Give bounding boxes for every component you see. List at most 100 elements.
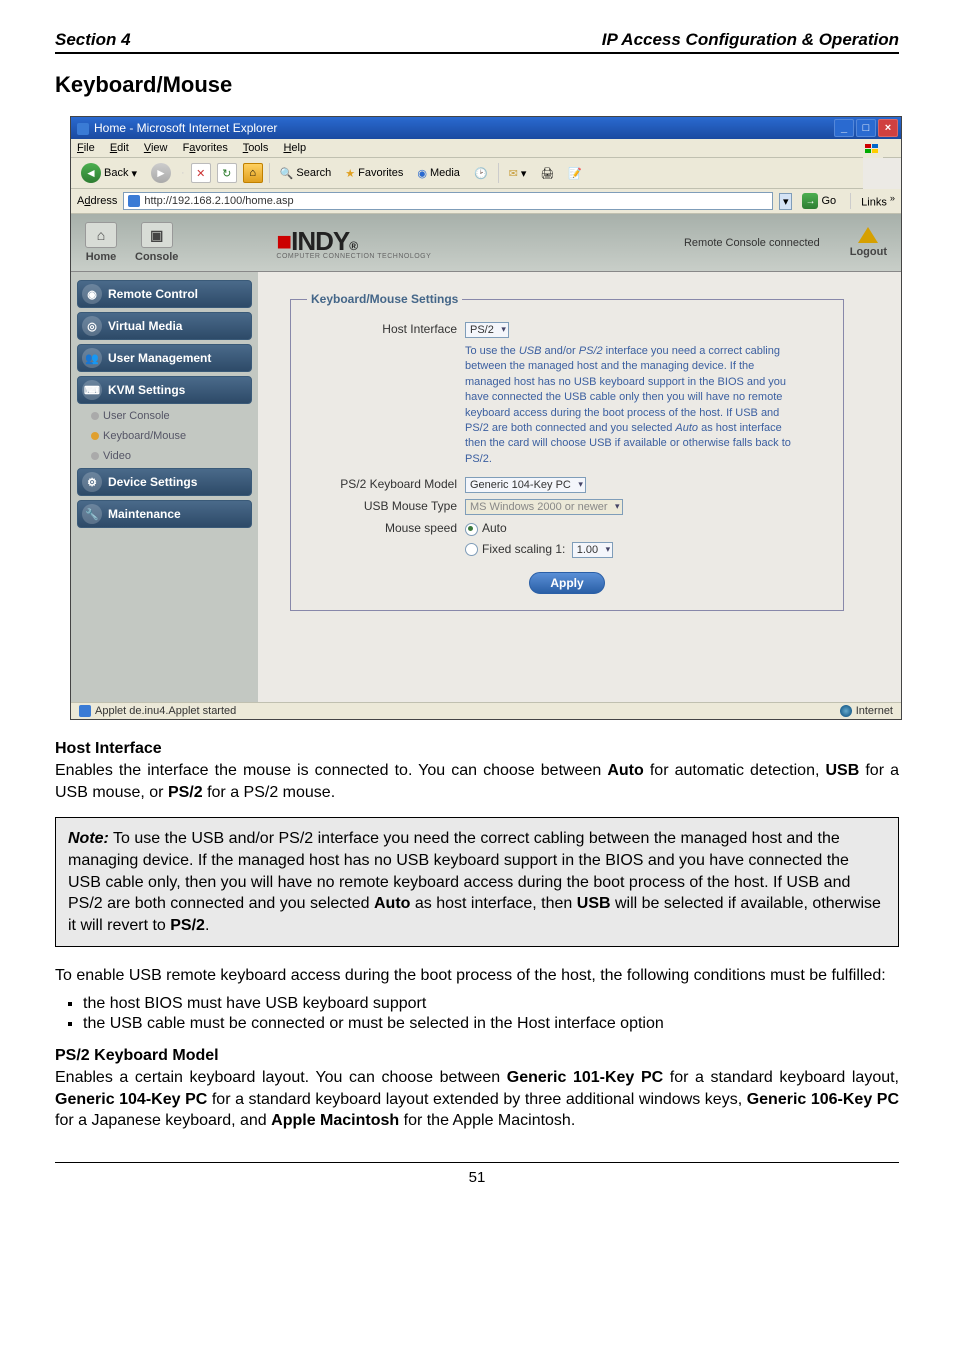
print-icon: 🖨 [540, 167, 554, 180]
console-link[interactable]: ▣ Console [135, 222, 178, 263]
page-number: 51 [55, 1162, 899, 1186]
addressbar: Address http://192.168.2.100/home.asp ▾ … [71, 189, 901, 214]
home-link[interactable]: ⌂ Home [85, 222, 117, 263]
media-button[interactable]: ◉ Media [413, 165, 464, 182]
usb-mouse-label: USB Mouse Type [307, 499, 465, 515]
address-dropdown[interactable]: ▾ [779, 193, 793, 210]
star-icon: ★ [345, 167, 355, 180]
toolbar: ◄ Back ▾ ► · ✕ ↻ ⌂ 🔍 Search ★ Favorites … [71, 158, 863, 189]
back-button[interactable]: ◄ Back ▾ [77, 161, 141, 185]
header-rule [55, 52, 899, 54]
menubar: File Edit View Favorites Tools Help [71, 139, 901, 158]
note-box: Note: To use the USB and/or PS/2 interfa… [55, 817, 899, 947]
logout-icon [858, 227, 878, 243]
nav-remote-control[interactable]: ◉Remote Control [77, 280, 252, 308]
close-button[interactable]: × [878, 119, 898, 137]
bullet-icon [91, 412, 99, 420]
menu-file[interactable]: File [77, 142, 95, 154]
logout-link[interactable]: Logout [850, 227, 887, 258]
host-interface-select[interactable]: PS/2 [465, 322, 509, 338]
bullet-icon [91, 452, 99, 460]
ps2-model-label: PS/2 Keyboard Model [307, 477, 465, 493]
virtual-media-icon: ◎ [82, 316, 102, 336]
stop-button[interactable]: ✕ [191, 163, 211, 183]
nav-virtual-media[interactable]: ◎Virtual Media [77, 312, 252, 340]
menu-tools[interactable]: Tools [243, 142, 269, 154]
mouse-speed-auto-radio[interactable] [465, 523, 478, 536]
heading-ps2-model: PS/2 Keyboard Model [55, 1047, 899, 1065]
go-icon: → [802, 193, 818, 209]
remote-control-icon: ◉ [82, 284, 102, 304]
edit-button[interactable]: 📝 [564, 165, 586, 182]
kvm-settings-icon: ⌨ [82, 380, 102, 400]
mail-button[interactable]: ✉▾ [505, 165, 531, 182]
address-label: Address [77, 195, 117, 207]
mouse-speed-auto-label: Auto [482, 521, 507, 535]
para-host-interface: Enables the interface the mouse is conne… [55, 760, 899, 803]
refresh-button[interactable]: ↻ [217, 163, 237, 183]
print-button[interactable]: 🖨 [536, 165, 558, 182]
apply-button[interactable]: Apply [529, 572, 604, 594]
brand-subtitle: COMPUTER CONNECTION TECHNOLOGY [276, 253, 431, 260]
host-interface-label: Host Interface [307, 322, 465, 338]
page-icon [79, 705, 91, 717]
menu-favorites[interactable]: Favorites [183, 142, 228, 154]
maintenance-icon: 🔧 [82, 504, 102, 524]
conditions-list: the host BIOS must have USB keyboard sup… [55, 995, 899, 1033]
subnav-keyboard-mouse[interactable]: Keyboard/Mouse [77, 428, 252, 444]
nav-maintenance[interactable]: 🔧Maintenance [77, 500, 252, 528]
sidebar: ◉Remote Control ◎Virtual Media 👥User Man… [71, 272, 258, 702]
user-management-icon: 👥 [82, 348, 102, 368]
links-button[interactable]: Links » [861, 193, 895, 209]
header-chapter: IP Access Configuration & Operation [602, 30, 899, 50]
usb-mouse-select: MS Windows 2000 or newer [465, 499, 623, 515]
history-button[interactable]: 🕑 [470, 165, 492, 182]
ie-flag-icon [863, 142, 883, 161]
statusbar: Applet de.inu4.Applet started Internet [71, 702, 901, 719]
subnav-user-console[interactable]: User Console [77, 408, 252, 424]
nav-device-settings[interactable]: ⚙Device Settings [77, 468, 252, 496]
address-input[interactable]: http://192.168.2.100/home.asp [123, 192, 773, 210]
mail-icon: ✉ [509, 167, 518, 180]
fieldset-legend: Keyboard/Mouse Settings [307, 292, 462, 306]
favorites-button[interactable]: ★ Favorites [341, 165, 407, 182]
menu-edit[interactable]: Edit [110, 142, 129, 154]
forward-button[interactable]: ► [147, 161, 175, 185]
minimize-button[interactable]: _ [834, 119, 854, 137]
history-icon: 🕑 [474, 167, 488, 180]
mouse-speed-fixed-radio[interactable] [465, 543, 478, 556]
menu-help[interactable]: Help [283, 142, 306, 154]
status-zone: Internet [840, 705, 893, 717]
para-ps2-model: Enables a certain keyboard layout. You c… [55, 1067, 899, 1132]
edit-icon: 📝 [568, 167, 582, 180]
mouse-speed-fixed-label: Fixed scaling 1: [482, 542, 565, 556]
device-settings-icon: ⚙ [82, 472, 102, 492]
titlebar: Home - Microsoft Internet Explorer _ □ × [71, 117, 901, 139]
nav-kvm-settings[interactable]: ⌨KVM Settings [77, 376, 252, 404]
list-item: the host BIOS must have USB keyboard sup… [83, 995, 899, 1013]
go-button[interactable]: → Go [798, 192, 840, 210]
search-button[interactable]: 🔍 Search [276, 165, 336, 182]
ps2-model-select[interactable]: Generic 104-Key PC [465, 477, 586, 493]
mouse-speed-label: Mouse speed [307, 521, 465, 535]
heading-host-interface: Host Interface [55, 740, 899, 758]
globe-icon [840, 705, 852, 717]
mouse-speed-fixed-select[interactable]: 1.00 [572, 542, 613, 558]
list-item: the USB cable must be connected or must … [83, 1015, 899, 1033]
home-button[interactable]: ⌂ [243, 163, 263, 183]
console-icon: ▣ [141, 222, 173, 248]
forward-icon: ► [151, 163, 171, 183]
home-icon: ⌂ [85, 222, 117, 248]
nav-user-management[interactable]: 👥User Management [77, 344, 252, 372]
remote-status: Remote Console connected [684, 237, 820, 249]
maximize-button[interactable]: □ [856, 119, 876, 137]
para-enable-usb: To enable USB remote keyboard access dur… [55, 965, 899, 987]
page-icon [128, 195, 140, 207]
menu-view[interactable]: View [144, 142, 168, 154]
status-left: Applet de.inu4.Applet started [79, 705, 236, 717]
keyboard-mouse-fieldset: Keyboard/Mouse Settings Host Interface P… [290, 292, 844, 610]
media-icon: ◉ [417, 167, 427, 180]
search-icon: 🔍 [280, 167, 294, 180]
subnav-video[interactable]: Video [77, 448, 252, 464]
back-icon: ◄ [81, 163, 101, 183]
